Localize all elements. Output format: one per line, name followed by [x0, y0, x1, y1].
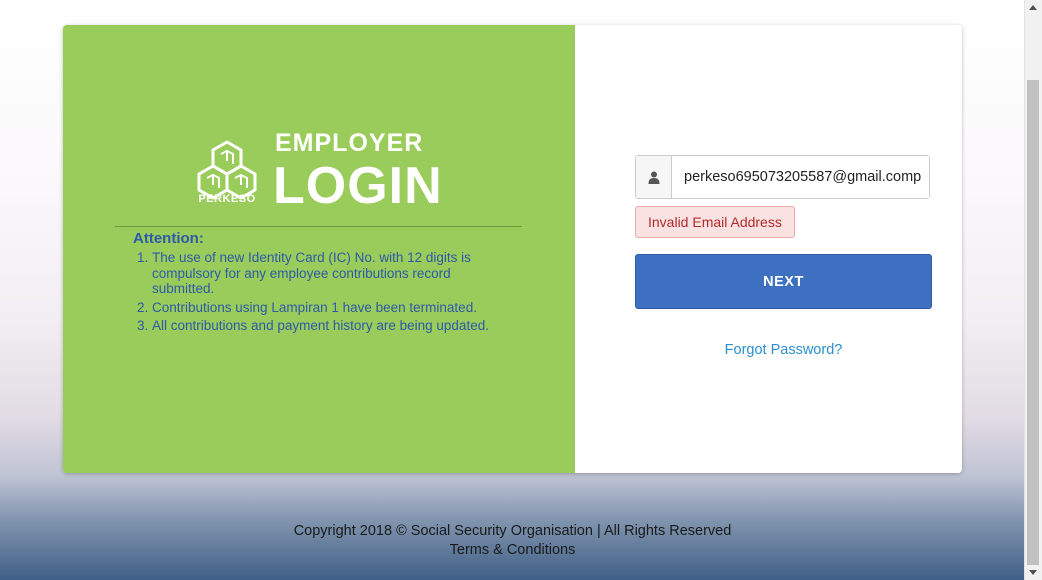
title-employer: EMPLOYER [275, 129, 424, 157]
attention-item: The use of new Identity Card (IC) No. wi… [152, 250, 499, 297]
attention-item: Contributions using Lampiran 1 have been… [152, 300, 499, 316]
attention-notice: Attention: The use of new Identity Card … [133, 230, 499, 337]
logo-text: PERKESO [198, 193, 256, 205]
email-input[interactable] [672, 156, 929, 198]
attention-list: The use of new Identity Card (IC) No. wi… [133, 250, 499, 334]
copyright-text: Copyright 2018 © Social Security Organis… [293, 523, 732, 539]
scroll-up-arrow-icon[interactable] [1029, 5, 1037, 10]
footer: Copyright 2018 © Social Security Organis… [0, 522, 1025, 560]
next-button[interactable]: NEXT [635, 254, 932, 309]
login-card: PERKESO EMPLOYER LOGIN Attention: The us… [63, 25, 962, 473]
title-login: LOGIN [273, 157, 443, 215]
attention-heading: Attention: [133, 230, 204, 247]
login-form-panel: Invalid Email Address NEXT Forgot Passwo… [575, 25, 962, 473]
forgot-password-link[interactable]: Forgot Password? [635, 342, 932, 358]
scroll-thumb[interactable] [1027, 80, 1039, 565]
terms-link[interactable]: Terms & Conditions [450, 542, 576, 558]
user-icon [648, 171, 659, 184]
divider [115, 226, 522, 227]
scroll-down-arrow-icon[interactable] [1029, 570, 1037, 575]
attention-item: All contributions and payment history ar… [152, 318, 499, 334]
error-message: Invalid Email Address [635, 206, 795, 238]
email-input-group [635, 155, 930, 199]
email-addon [636, 156, 672, 198]
info-panel: PERKESO EMPLOYER LOGIN Attention: The us… [63, 25, 575, 473]
scrollbar[interactable] [1024, 0, 1042, 580]
